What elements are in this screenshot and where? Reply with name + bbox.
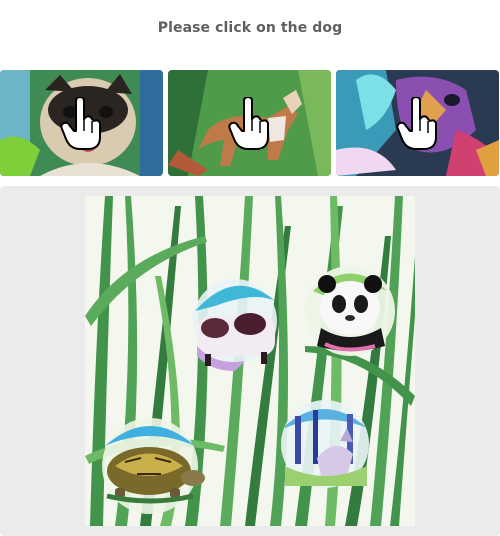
forest-animal-icon[interactable] — [281, 400, 369, 488]
cow-icon[interactable] — [193, 279, 277, 371]
hand-pointer-icon — [395, 97, 437, 150]
captcha-widget: Please click on the dog — [0, 0, 500, 536]
hand-pointer-icon — [227, 97, 269, 150]
challenge-image[interactable] — [85, 196, 415, 526]
example-image-2 — [168, 70, 331, 176]
example-image-3 — [336, 70, 499, 176]
hand-pointer-icon — [59, 97, 101, 150]
challenge-panel — [0, 186, 500, 536]
panda-icon[interactable] — [305, 266, 395, 356]
example-images-row — [0, 70, 500, 178]
green-grass-watercolor — [85, 196, 415, 526]
example-image-1 — [0, 70, 163, 176]
instruction-text: Please click on the dog — [157, 20, 343, 36]
